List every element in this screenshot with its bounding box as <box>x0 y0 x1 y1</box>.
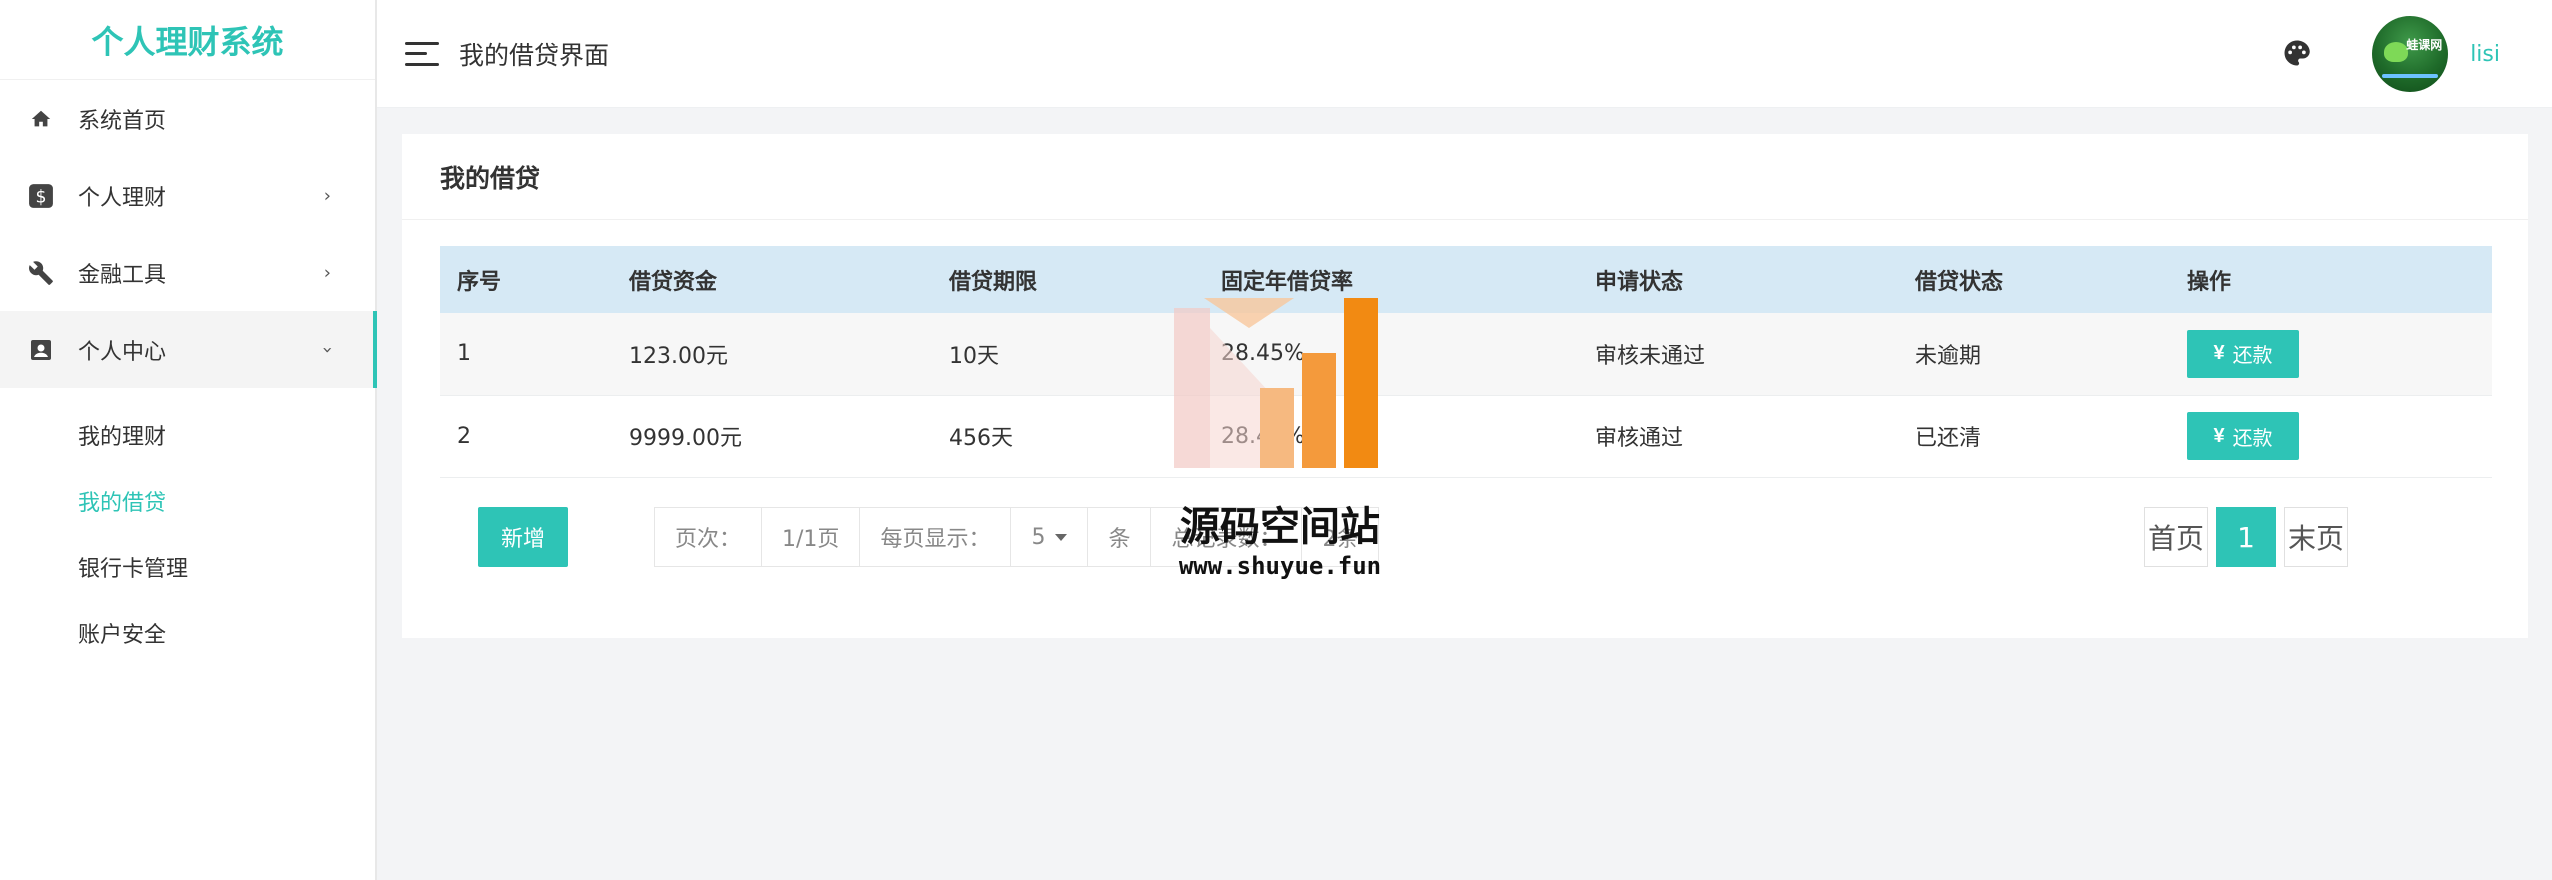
chevron-right-icon: › <box>323 185 331 206</box>
brand-title: 个人理财系统 <box>0 0 375 80</box>
repay-button[interactable]: ¥ 还款 <box>2187 412 2299 460</box>
header-user-area: 蛙课网 lisi <box>2282 0 2500 108</box>
pager-info: 页次： 1/1页 每页显示： 5 条 总记录数： 2条 <box>654 507 1380 567</box>
table-row: 2 9999.00元 456天 28.45% 审核通过 已还清 ¥ 还款 <box>440 395 2492 477</box>
cell-term: 10天 <box>949 343 999 369</box>
cell-loan-status: 未逾期 <box>1915 343 1982 369</box>
column-header: 申请状态 <box>1595 269 1684 295</box>
sidebar-item-finance[interactable]: $ 个人理财 › <box>0 157 375 234</box>
dollar-icon: $ <box>28 183 54 209</box>
column-header: 固定年借贷率 <box>1221 269 1354 295</box>
page-label: 页次： <box>655 508 763 566</box>
svg-text:$: $ <box>35 187 46 207</box>
caret-down-icon <box>1055 533 1068 541</box>
yen-icon: ¥ <box>2213 342 2225 365</box>
loan-card: 我的借贷 序号 借贷资金 借贷期限 固定年借贷率 申请状态 借贷状态 操作 1 … <box>402 134 2528 638</box>
card-title: 我的借贷 <box>402 134 2528 220</box>
per-page-unit: 条 <box>1088 508 1152 566</box>
total-value: 2条 <box>1322 527 1359 552</box>
per-page-value: 5 <box>1031 524 1046 550</box>
column-header: 借贷期限 <box>949 269 1038 295</box>
cell-action: ¥ 还款 <box>2170 395 2492 477</box>
menu-toggle-icon[interactable] <box>405 41 439 66</box>
cell-action: ¥ 还款 <box>2170 313 2492 395</box>
last-page-button[interactable]: 末页 <box>2284 507 2348 567</box>
sidebar-item-user-center[interactable]: 个人中心 › <box>0 311 377 388</box>
home-icon <box>28 106 54 132</box>
total-label: 总记录数： <box>1151 508 1303 566</box>
repay-button-label: 还款 <box>2232 427 2273 450</box>
cell-term: 456天 <box>949 426 1013 451</box>
sidebar-item-tools[interactable]: 金融工具 › <box>0 234 375 311</box>
cell-index: 2 <box>457 423 471 449</box>
yen-icon: ¥ <box>2213 424 2225 447</box>
cell-index: 1 <box>457 341 471 367</box>
sidebar-subitem-my-loans[interactable]: 我的借贷 <box>0 468 375 534</box>
sidebar-subitem-account-security[interactable]: 账户安全 <box>0 600 375 666</box>
cell-rate: 28.45% <box>1221 341 1305 367</box>
column-header: 序号 <box>457 269 502 295</box>
sidebar-item-label: 个人中心 <box>78 339 167 365</box>
palette-icon[interactable] <box>2282 38 2314 70</box>
cell-amount: 123.00元 <box>629 343 728 369</box>
table-header-row: 序号 借贷资金 借贷期限 固定年借贷率 申请状态 借贷状态 操作 <box>440 246 2492 313</box>
cell-apply-status: 审核未通过 <box>1595 343 1706 369</box>
sidebar-item-label: 金融工具 <box>78 262 167 288</box>
sidebar-item-home[interactable]: 系统首页 <box>0 80 375 157</box>
column-header: 操作 <box>2187 269 2232 295</box>
column-header: 借贷状态 <box>1915 269 2004 295</box>
wrench-icon <box>28 260 54 286</box>
table-row: 1 123.00元 10天 28.45% 审核未通过 未逾期 ¥ 还款 <box>440 313 2492 395</box>
sidebar-submenu: 我的理财 我的借贷 银行卡管理 账户安全 <box>0 388 375 666</box>
sidebar-item-label: 个人理财 <box>78 185 167 211</box>
page-value: 1/1页 <box>762 508 861 566</box>
page-title: 我的借贷界面 <box>459 40 610 70</box>
chevron-down-icon: › <box>316 345 338 354</box>
username-link[interactable]: lisi <box>2470 42 2500 67</box>
per-page-select[interactable]: 5 <box>1011 508 1089 566</box>
user-card-icon <box>28 337 54 363</box>
avatar-logo-text: 蛙课网 <box>2406 38 2443 52</box>
sidebar-subitem-my-finance[interactable]: 我的理财 <box>0 402 375 468</box>
cell-rate: 28.45% <box>1221 423 1305 449</box>
top-header: 我的借贷界面 蛙课网 lisi <box>377 0 2552 108</box>
sidebar: 个人理财系统 系统首页 $ 个人理财 › 金融工具 › 个人中心 › 我的理财 … <box>0 0 377 880</box>
pagination: 首页 1 末页 <box>2144 507 2348 567</box>
sidebar-item-label: 系统首页 <box>78 108 167 134</box>
add-loan-button[interactable]: 新增 <box>478 507 568 567</box>
repay-button-label: 还款 <box>2232 345 2273 368</box>
first-page-button[interactable]: 首页 <box>2144 507 2208 567</box>
repay-button[interactable]: ¥ 还款 <box>2187 329 2299 378</box>
loan-table: 序号 借贷资金 借贷期限 固定年借贷率 申请状态 借贷状态 操作 1 123.0… <box>440 246 2492 478</box>
current-page-button[interactable]: 1 <box>2216 507 2276 567</box>
chevron-right-icon: › <box>323 262 331 283</box>
cell-apply-status: 审核通过 <box>1595 426 1684 451</box>
cell-amount: 9999.00元 <box>629 426 742 451</box>
cell-loan-status: 已还清 <box>1915 426 1982 451</box>
avatar[interactable]: 蛙课网 <box>2372 16 2449 92</box>
sidebar-subitem-bank-cards[interactable]: 银行卡管理 <box>0 534 375 600</box>
per-page-label: 每页显示： <box>860 508 1012 566</box>
column-header: 借贷资金 <box>629 269 718 295</box>
